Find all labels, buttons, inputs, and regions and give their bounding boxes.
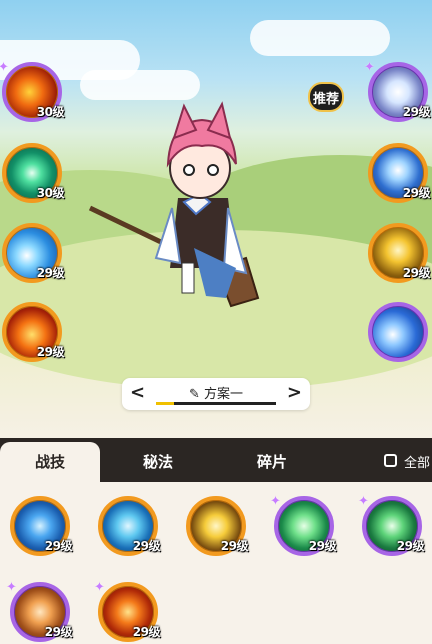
star-icon: ✦ (358, 494, 369, 509)
recommend-badge[interactable]: 推荐 (308, 82, 344, 112)
tab-fragments[interactable]: 碎片 (222, 438, 322, 482)
skill-level: 29级 (396, 539, 425, 553)
plan-title[interactable]: ✎ 方案一 (122, 383, 310, 402)
inventory-skill-2[interactable]: 29级 (98, 496, 161, 556)
left-skill-3[interactable]: 29级 (2, 223, 65, 283)
skill-level: 30级 (36, 186, 65, 200)
tab-bar: 战技 秘法 碎片 (0, 438, 432, 482)
select-all-label[interactable]: 全部 (404, 452, 430, 471)
inventory-skill-4[interactable]: ✦ 29级 (270, 494, 337, 556)
pencil-icon: ✎ (188, 387, 200, 402)
star-icon: ✦ (364, 60, 375, 75)
plan-progress-fill (156, 402, 174, 405)
skill-level: 29级 (36, 345, 65, 359)
right-skill-4[interactable] (368, 302, 428, 362)
star-icon: ✦ (0, 60, 9, 75)
inventory-skill-5[interactable]: ✦ 29级 (358, 494, 425, 556)
inventory-skill-1[interactable]: 29级 (10, 496, 73, 556)
skill-level: 29级 (132, 539, 161, 553)
blue-orb-icon (368, 302, 428, 362)
inventory-skill-3[interactable]: 29级 (186, 496, 249, 556)
skill-level: 29级 (36, 266, 65, 280)
hero-character[interactable] (86, 98, 296, 308)
next-plan-button[interactable]: > (287, 382, 302, 403)
plan-name: 方案一 (204, 387, 244, 402)
skill-level: 29级 (402, 266, 431, 280)
cloud (250, 20, 390, 56)
skill-level: 30级 (36, 105, 65, 119)
right-skill-3[interactable]: 29级 (368, 223, 431, 283)
battle-scene: 推荐 ✦ 30级 30级 29级 29级 ✦ 29级 29级 29级 (0, 0, 432, 440)
star-icon: ✦ (6, 580, 17, 595)
skill-level: 29级 (402, 186, 431, 200)
plan-selector: < ✎ 方案一 > (122, 378, 310, 410)
inventory-skill-6[interactable]: ✦ 29级 (6, 580, 73, 642)
skill-level: 29级 (220, 539, 249, 553)
left-skill-1[interactable]: ✦ 30级 (0, 60, 65, 122)
plan-progress-bar (156, 402, 276, 405)
right-skill-2[interactable]: 29级 (368, 143, 431, 203)
skill-level: 29级 (402, 105, 431, 119)
skill-level: 29级 (44, 539, 73, 553)
tab-combat-skills[interactable]: 战技 (0, 442, 100, 482)
skill-level: 29级 (44, 625, 73, 639)
right-skill-1[interactable]: ✦ 29级 (364, 60, 431, 122)
inventory-skill-7[interactable]: ✦ 29级 (94, 580, 161, 642)
cloud (80, 70, 200, 100)
select-all-checkbox[interactable] (384, 454, 397, 467)
skill-level: 29级 (132, 625, 161, 639)
tab-secret-arts[interactable]: 秘法 (108, 438, 208, 482)
star-icon: ✦ (270, 494, 281, 509)
skill-inventory: 29级 29级 29级 ✦ 29级 ✦ 29级 ✦ 29级 ✦ 29级 (0, 482, 432, 644)
left-skill-2[interactable]: 30级 (2, 143, 65, 203)
skill-level: 29级 (308, 539, 337, 553)
left-skill-4[interactable]: 29级 (2, 302, 65, 362)
star-icon: ✦ (94, 580, 105, 595)
